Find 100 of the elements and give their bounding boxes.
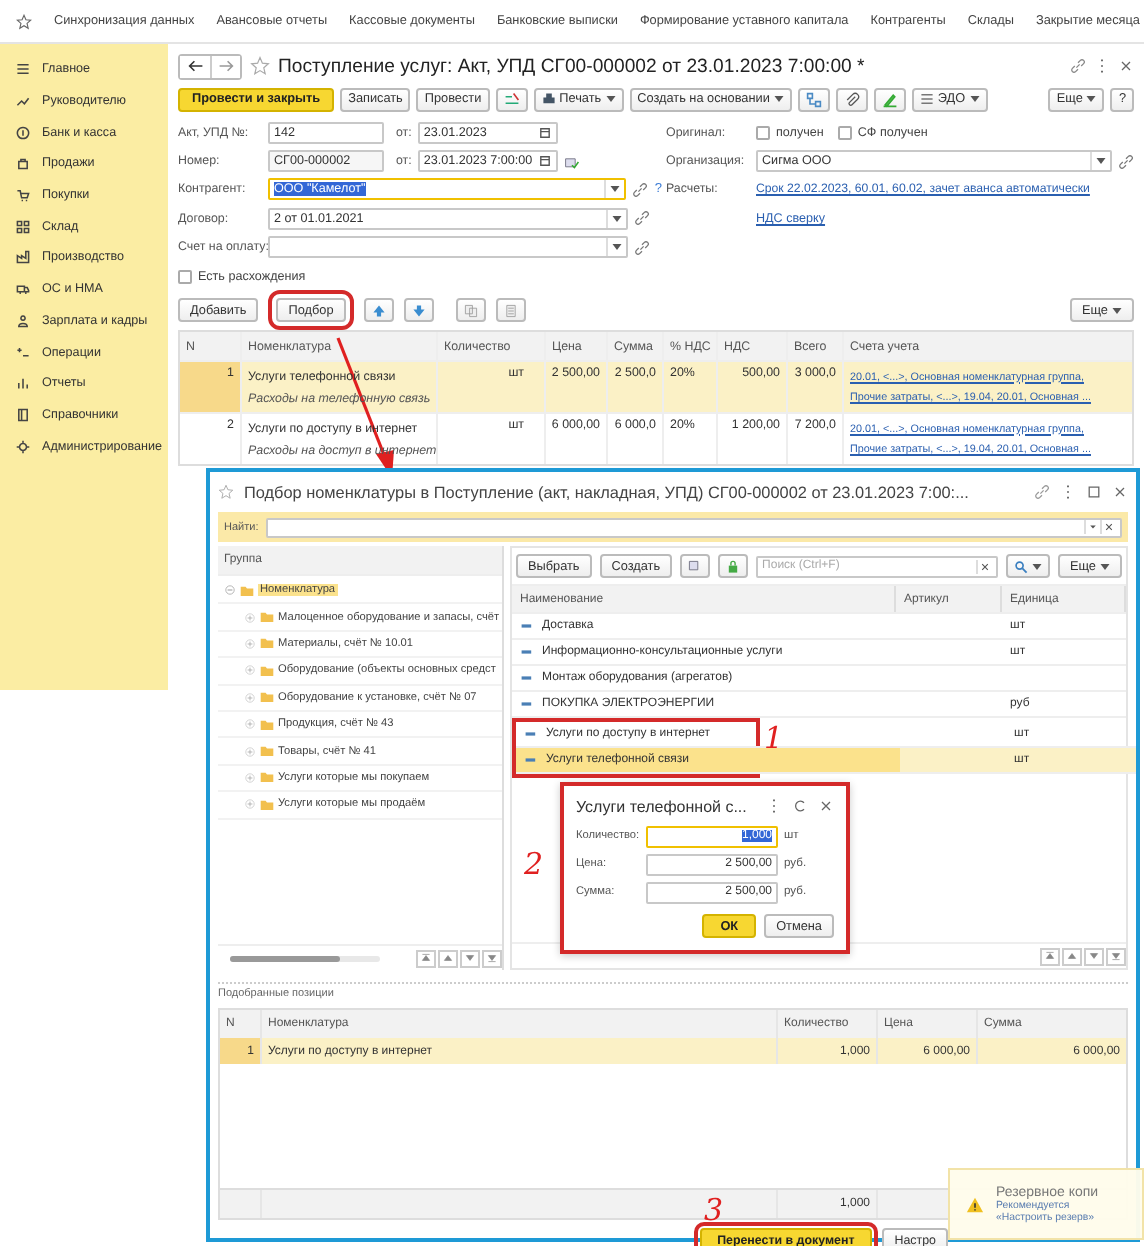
document-icon	[503, 303, 518, 318]
annotation-mark: 2	[524, 850, 544, 880]
dialog-title: Услуги телефонной с...	[576, 797, 747, 815]
open-link-icon[interactable]	[632, 181, 649, 198]
cart-icon	[16, 188, 30, 203]
copy-button[interactable]	[455, 298, 486, 323]
annotation-mark: 3	[704, 1196, 724, 1226]
last-page-icon	[486, 952, 498, 964]
dropdown-icon[interactable]	[1084, 520, 1100, 534]
last-button[interactable]	[1106, 947, 1126, 965]
document-check-icon[interactable]	[563, 153, 580, 170]
star-icon[interactable]	[218, 484, 234, 500]
bar-chart-icon	[16, 376, 30, 391]
down-button[interactable]	[1084, 947, 1104, 965]
first-page-icon	[420, 952, 432, 964]
caret-icon	[1112, 307, 1122, 314]
caret-icon	[1086, 96, 1097, 102]
arrow-right-icon	[218, 58, 234, 74]
arrow-up-icon	[371, 303, 386, 318]
link-icon[interactable]	[1070, 58, 1086, 74]
structure-button[interactable]	[797, 87, 830, 111]
arrow-left-icon	[187, 58, 203, 74]
calendar-icon[interactable]	[537, 154, 552, 169]
link-icon[interactable]	[1034, 484, 1050, 500]
hierarchy-button[interactable]	[680, 554, 711, 578]
person-icon	[16, 313, 30, 328]
printer-icon	[541, 92, 556, 106]
item-icon	[520, 674, 536, 682]
book-icon	[16, 407, 30, 422]
item-icon	[524, 756, 540, 764]
caret-icon[interactable]	[612, 244, 622, 251]
paperclip-icon	[843, 91, 860, 107]
caret-icon	[1100, 563, 1110, 569]
first-button[interactable]	[416, 949, 436, 967]
menu-icon	[16, 62, 30, 77]
open-link-icon[interactable]	[1118, 153, 1134, 170]
warning-icon	[966, 1195, 984, 1213]
paste-button[interactable]	[495, 298, 526, 323]
dt-kt-button[interactable]	[495, 87, 528, 111]
refresh-icon[interactable]	[792, 798, 809, 814]
up-icon	[442, 952, 454, 964]
pen-icon	[881, 91, 898, 107]
move-down-button[interactable]	[403, 298, 434, 323]
close-icon[interactable]	[1112, 484, 1128, 500]
checkbox[interactable]	[837, 125, 852, 140]
lock-button[interactable]	[718, 554, 749, 578]
first-button[interactable]	[1040, 947, 1060, 965]
clear-icon[interactable]	[1100, 520, 1116, 534]
down-button[interactable]	[460, 949, 480, 967]
search-field[interactable]	[266, 517, 1122, 537]
caret-icon	[605, 96, 616, 102]
maximize-icon[interactable]	[1086, 484, 1102, 500]
list-icon	[688, 559, 703, 573]
last-button[interactable]	[482, 949, 502, 967]
star-icon[interactable]	[16, 13, 32, 29]
chart-icon	[16, 94, 30, 109]
lines-icon	[919, 92, 934, 106]
star-icon[interactable]	[250, 56, 270, 76]
caret-icon[interactable]	[1096, 158, 1106, 165]
bag-icon	[16, 156, 30, 171]
clear-icon[interactable]	[975, 559, 992, 573]
item-icon	[524, 730, 540, 738]
down-icon	[1088, 950, 1100, 962]
checkbox[interactable]	[756, 125, 770, 140]
structure-icon	[805, 91, 822, 107]
move-up-button[interactable]	[363, 298, 394, 323]
calendar-icon[interactable]	[537, 125, 552, 140]
grid-icon	[16, 219, 30, 234]
item-icon	[520, 700, 536, 708]
down-icon	[464, 952, 476, 964]
window-title: Подбор номенклатуры в Поступление (акт, накладная, УПД) СГ00-000002 от 23.01.2023 7:00:...	[244, 483, 969, 501]
checkbox[interactable]	[178, 269, 192, 284]
lock-icon	[726, 559, 741, 573]
up-icon	[1066, 950, 1078, 962]
truck-icon	[16, 282, 30, 297]
close-icon[interactable]	[1118, 58, 1134, 74]
open-link-icon[interactable]	[634, 239, 650, 256]
coin-icon	[16, 125, 30, 140]
sign-button[interactable]	[873, 87, 906, 111]
operations-icon	[16, 345, 30, 360]
scrollbar[interactable]	[230, 955, 380, 961]
last-page-icon	[1110, 950, 1122, 962]
up-button[interactable]	[1062, 947, 1082, 965]
annotation-mark: 1	[764, 724, 784, 754]
item-icon	[520, 622, 536, 630]
gear-icon	[16, 439, 30, 454]
item-icon	[520, 648, 536, 656]
caret-icon	[1031, 563, 1042, 569]
attach-button[interactable]	[835, 87, 868, 111]
invoice-field[interactable]	[268, 236, 628, 259]
caret-icon[interactable]	[610, 186, 621, 193]
arrow-down-icon	[411, 303, 426, 318]
caret-icon	[773, 96, 784, 102]
close-icon[interactable]	[818, 798, 835, 814]
document-title: Поступление услуг: Акт, УПД СГ00-000002 от 23.01.2023 7:00:00 *	[278, 55, 865, 77]
caret-icon[interactable]	[612, 215, 622, 222]
up-button[interactable]	[438, 949, 458, 967]
search-button[interactable]	[1005, 554, 1050, 578]
journal-icon	[503, 91, 520, 107]
open-link-icon[interactable]	[634, 210, 650, 227]
